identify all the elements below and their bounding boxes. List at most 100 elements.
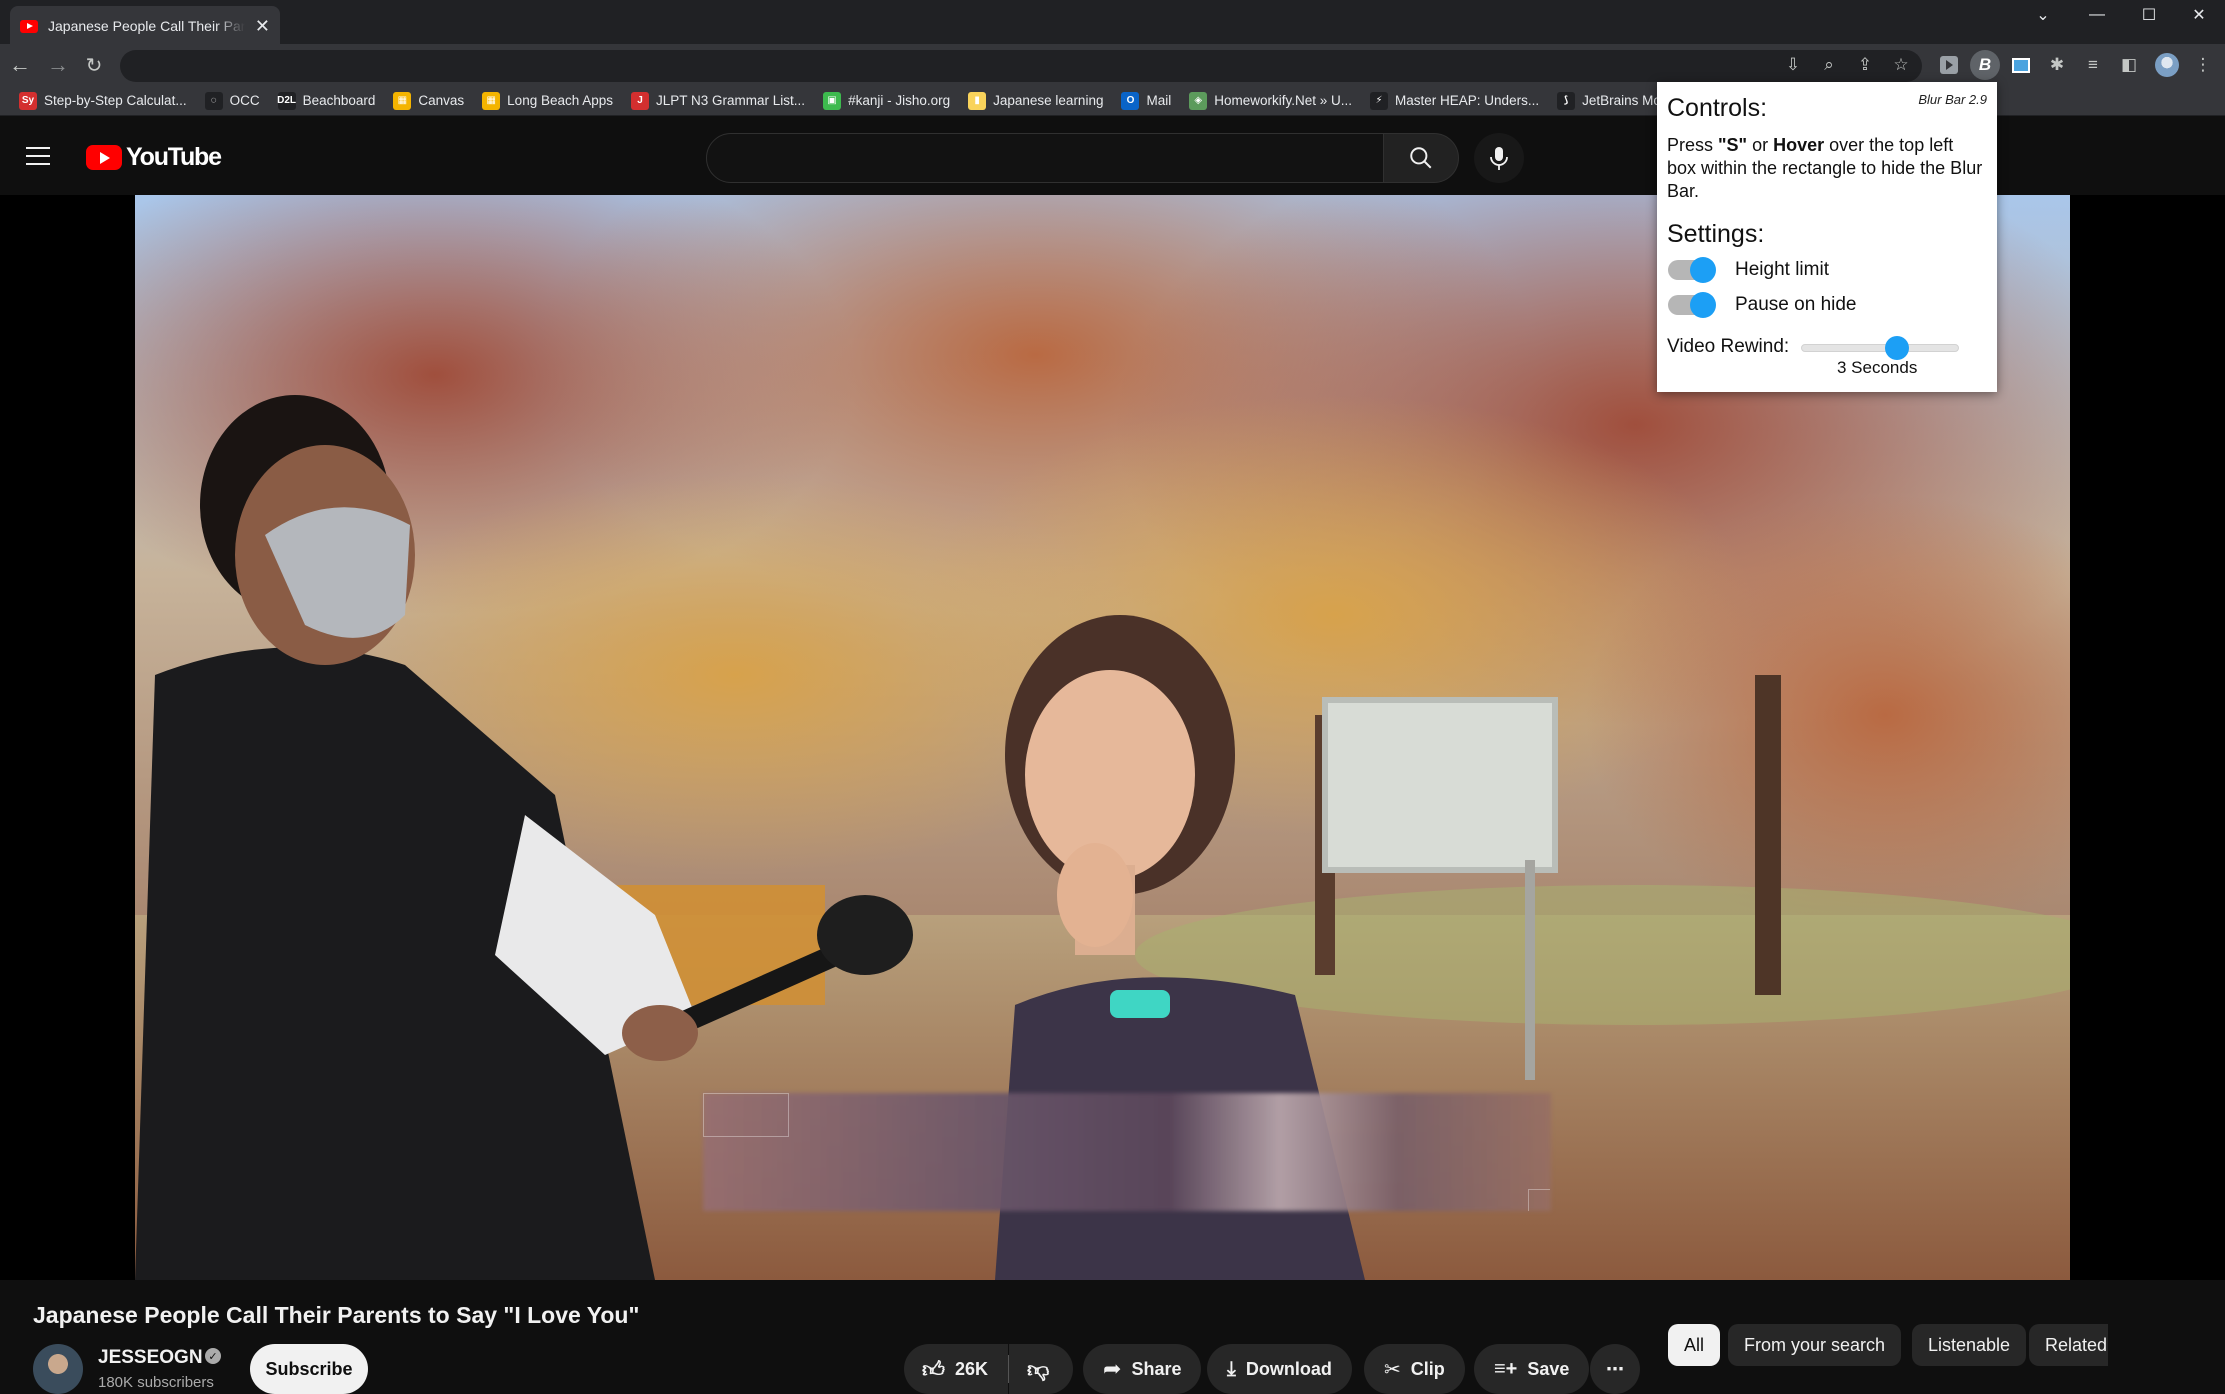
desc-press: Press <box>1667 135 1719 155</box>
like-button[interactable]: 👍︎ 26K <box>904 1344 1008 1394</box>
bookmark-label: Master HEAP: Unders... <box>1395 93 1540 108</box>
toggle-knob <box>1690 292 1716 318</box>
blur-bar-popup: Blur Bar 2.9 Controls: Press "S" or Hove… <box>1657 82 1997 392</box>
clip-button[interactable]: ✂ Clip <box>1364 1344 1465 1394</box>
related-filter-chips: All From your search Listenable Related <box>1668 1280 2108 1391</box>
bookmark-label: OCC <box>229 93 260 108</box>
bookmark-item[interactable]: ◈ Homeworkify.Net » U... <box>1180 87 1361 115</box>
blur-bar-overlay <box>703 1093 1551 1211</box>
extensions-puzzle-icon[interactable]: ✱ <box>2042 50 2072 80</box>
bookmark-item[interactable]: D2L Beachboard <box>269 87 385 115</box>
browser-menu-icon[interactable]: ⋮ <box>2188 50 2218 80</box>
bookmark-item[interactable]: ◌ OCC <box>196 87 269 115</box>
bookmark-item[interactable]: Sy Step-by-Step Calculat... <box>10 87 196 115</box>
browser-toolbar: ← → ↻ ⇩ ⌕ ⇪ ☆ B ✱ ≡ ◧ ⋮ <box>0 44 2225 86</box>
side-panel-icon[interactable]: ◧ <box>2114 50 2144 80</box>
channel-name[interactable]: JESSEOGN <box>98 1347 203 1369</box>
bookmark-label: Homeworkify.Net » U... <box>1214 93 1353 108</box>
bookmark-label: Long Beach Apps <box>507 93 614 108</box>
search-input[interactable] <box>706 133 1384 183</box>
desc-key: "S" <box>1718 135 1748 155</box>
bookmark-favicon-icon: D2L <box>277 91 296 110</box>
video-rewind-value: 3 Seconds <box>1837 358 1918 377</box>
bookmark-favicon-icon: ◈ <box>1189 91 1208 110</box>
desc-hover: Hover <box>1773 135 1825 155</box>
search-icon <box>1410 147 1432 169</box>
voice-search-button[interactable] <box>1474 133 1524 183</box>
bookmark-item[interactable]: ⚡ Master HEAP: Unders... <box>1361 87 1548 115</box>
filter-chip[interactable]: All <box>1668 1324 1721 1366</box>
extension-video-icon[interactable] <box>1934 50 1964 80</box>
video-rewind-slider[interactable] <box>1801 344 1959 352</box>
bookmark-favicon-icon: ▦ <box>482 91 501 110</box>
bookmark-favicon-icon: ▦ <box>393 91 412 110</box>
bookmark-star-icon[interactable]: ☆ <box>1886 50 1916 80</box>
height-limit-toggle[interactable] <box>1668 257 1716 283</box>
bookmark-favicon-icon: ⟆ <box>1557 91 1576 110</box>
extension-window-icon[interactable] <box>2006 50 2036 80</box>
maximize-icon[interactable]: ☐ <box>2124 0 2174 30</box>
channel-avatar[interactable] <box>33 1344 83 1394</box>
forward-icon[interactable]: → <box>40 44 76 86</box>
bookmark-label: Step-by-Step Calculat... <box>44 93 187 108</box>
download-icon: ⤓ <box>1227 1357 1236 1380</box>
youtube-logo[interactable]: YouTube <box>86 143 222 172</box>
youtube-favicon-icon <box>20 19 38 33</box>
bookmark-label: Japanese learning <box>993 93 1104 108</box>
reading-list-icon[interactable]: ≡ <box>2078 50 2108 80</box>
blur-bar-resize-handle[interactable] <box>1528 1189 1550 1211</box>
filter-chip[interactable]: From your search <box>1728 1324 1902 1366</box>
pause-on-hide-label: Pause on hide <box>1735 294 1857 315</box>
youtube-logo-text: YouTube <box>126 143 222 171</box>
dislike-button[interactable]: 👎︎ <box>1009 1344 1073 1394</box>
filter-chip[interactable]: Related <box>2029 1324 2108 1366</box>
browser-tab[interactable]: Japanese People Call Their Parents to Sa… <box>10 6 280 46</box>
close-window-icon[interactable]: ✕ <box>2174 0 2224 30</box>
pause-on-hide-toggle[interactable] <box>1668 292 1716 318</box>
profile-avatar[interactable] <box>2152 50 2182 80</box>
search-button[interactable] <box>1383 133 1459 183</box>
bookmark-item[interactable]: ▦ Long Beach Apps <box>473 87 622 115</box>
share-button[interactable]: ➦ Share <box>1083 1344 1202 1394</box>
reload-icon[interactable]: ↻ <box>76 44 112 86</box>
tab-close-icon[interactable]: ✕ <box>255 16 270 37</box>
subscriber-count: 180K subscribers <box>98 1374 214 1391</box>
video-title: Japanese People Call Their Parents to Sa… <box>33 1302 640 1328</box>
download-button[interactable]: ⤓ Download <box>1207 1344 1352 1394</box>
video-rewind-slider-thumb[interactable] <box>1885 336 1909 360</box>
bookmark-item[interactable]: ▣ #kanji - Jisho.org <box>814 87 959 115</box>
blur-bar-hide-box[interactable] <box>703 1093 789 1137</box>
popup-version: Blur Bar 2.9 <box>1918 92 1987 107</box>
bookmark-item[interactable]: J JLPT N3 Grammar List... <box>622 87 814 115</box>
desc-or: or <box>1747 135 1774 155</box>
address-bar[interactable] <box>120 50 1922 82</box>
share-page-icon[interactable]: ⇪ <box>1850 50 1880 80</box>
bookmark-item[interactable]: O Mail <box>1112 87 1180 115</box>
back-icon[interactable]: ← <box>2 44 38 86</box>
save-button[interactable]: ≡+ Save <box>1474 1344 1590 1394</box>
playlist-add-icon: ≡+ <box>1494 1357 1518 1380</box>
hamburger-menu-icon[interactable] <box>26 139 60 173</box>
youtube-play-icon <box>86 145 122 170</box>
bookmark-item[interactable]: ▦ Canvas <box>384 87 473 115</box>
clip-label: Clip <box>1410 1358 1445 1379</box>
bookmark-favicon-icon: ◌ <box>204 91 223 110</box>
bookmark-item[interactable]: ▮ Japanese learning <box>959 87 1112 115</box>
more-icon: ⋯ <box>1606 1358 1624 1379</box>
share-arrow-icon: ➦ <box>1103 1356 1122 1381</box>
verified-check-icon: ✓ <box>205 1348 221 1364</box>
minimize-icon[interactable]: — <box>2072 0 2122 30</box>
controls-heading: Controls: <box>1667 94 1768 122</box>
subscribe-button[interactable]: Subscribe <box>250 1344 368 1394</box>
microphone-icon <box>1490 147 1508 170</box>
share-label: Share <box>1131 1358 1182 1379</box>
blur-bar-extension-icon[interactable]: B <box>1970 50 2000 80</box>
zoom-icon[interactable]: ⌕ <box>1814 50 1844 80</box>
tab-search-icon[interactable]: ⌄ <box>2018 0 2068 30</box>
install-app-icon[interactable]: ⇩ <box>1778 50 1808 80</box>
video-info-section: Japanese People Call Their Parents to Sa… <box>0 1280 2225 1394</box>
bookmark-favicon-icon: ▮ <box>968 91 987 110</box>
filter-chip[interactable]: Listenable <box>1912 1324 2027 1366</box>
more-actions-button[interactable]: ⋯ <box>1590 1344 1640 1394</box>
video-rewind-label: Video Rewind: <box>1667 336 1790 357</box>
